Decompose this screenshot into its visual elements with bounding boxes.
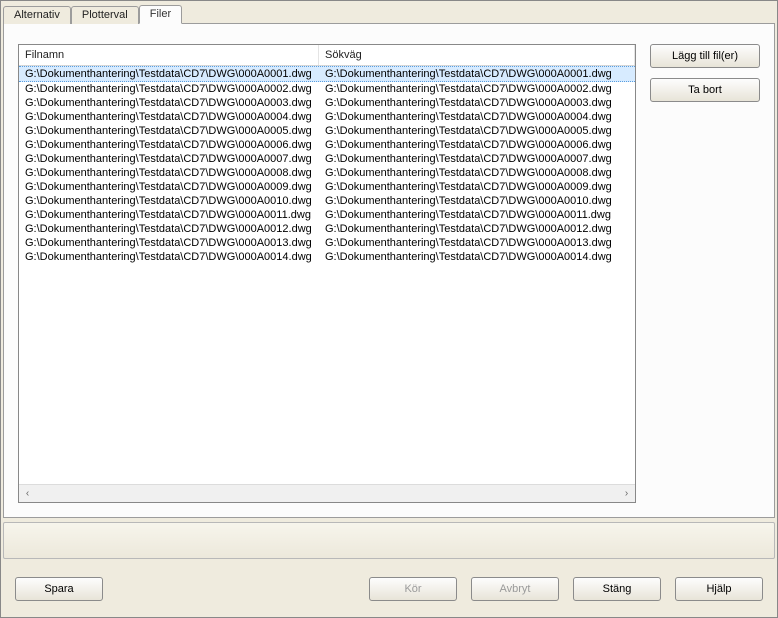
cell-sokvag: G:\Dokumenthantering\Testdata\CD7\DWG\00… xyxy=(319,82,635,96)
scroll-left-arrow-icon[interactable]: ‹ xyxy=(19,485,36,502)
table-row[interactable]: G:\Dokumenthantering\Testdata\CD7\DWG\00… xyxy=(19,180,635,194)
remove-button[interactable]: Ta bort xyxy=(650,78,760,102)
save-button[interactable]: Spara xyxy=(15,577,103,601)
help-button[interactable]: Hjälp xyxy=(675,577,763,601)
cell-sokvag: G:\Dokumenthantering\Testdata\CD7\DWG\00… xyxy=(319,96,635,110)
file-list-body: G:\Dokumenthantering\Testdata\CD7\DWG\00… xyxy=(19,66,635,484)
dialog-window: Alternativ Plotterval Filer Filnamn Sökv… xyxy=(0,0,778,618)
cell-sokvag: G:\Dokumenthantering\Testdata\CD7\DWG\00… xyxy=(319,236,635,250)
cancel-button[interactable]: Avbryt xyxy=(471,577,559,601)
column-header-filnamn[interactable]: Filnamn xyxy=(19,45,319,65)
table-row[interactable]: G:\Dokumenthantering\Testdata\CD7\DWG\00… xyxy=(19,66,635,82)
horizontal-scrollbar[interactable]: ‹ › xyxy=(19,484,635,502)
scroll-track[interactable] xyxy=(36,485,618,502)
cell-filnamn: G:\Dokumenthantering\Testdata\CD7\DWG\00… xyxy=(19,208,319,222)
table-row[interactable]: G:\Dokumenthantering\Testdata\CD7\DWG\00… xyxy=(19,236,635,250)
table-row[interactable]: G:\Dokumenthantering\Testdata\CD7\DWG\00… xyxy=(19,96,635,110)
file-list[interactable]: Filnamn Sökväg G:\Dokumenthantering\Test… xyxy=(18,44,636,503)
close-button[interactable]: Stäng xyxy=(573,577,661,601)
cell-filnamn: G:\Dokumenthantering\Testdata\CD7\DWG\00… xyxy=(19,67,319,81)
cell-filnamn: G:\Dokumenthantering\Testdata\CD7\DWG\00… xyxy=(19,82,319,96)
table-row[interactable]: G:\Dokumenthantering\Testdata\CD7\DWG\00… xyxy=(19,194,635,208)
cell-filnamn: G:\Dokumenthantering\Testdata\CD7\DWG\00… xyxy=(19,222,319,236)
cell-sokvag: G:\Dokumenthantering\Testdata\CD7\DWG\00… xyxy=(319,194,635,208)
tab-page-filer: Filnamn Sökväg G:\Dokumenthantering\Test… xyxy=(3,23,775,518)
table-row[interactable]: G:\Dokumenthantering\Testdata\CD7\DWG\00… xyxy=(19,138,635,152)
cell-sokvag: G:\Dokumenthantering\Testdata\CD7\DWG\00… xyxy=(319,152,635,166)
cell-filnamn: G:\Dokumenthantering\Testdata\CD7\DWG\00… xyxy=(19,166,319,180)
cell-filnamn: G:\Dokumenthantering\Testdata\CD7\DWG\00… xyxy=(19,138,319,152)
cell-sokvag: G:\Dokumenthantering\Testdata\CD7\DWG\00… xyxy=(319,180,635,194)
cell-filnamn: G:\Dokumenthantering\Testdata\CD7\DWG\00… xyxy=(19,194,319,208)
tab-alternativ[interactable]: Alternativ xyxy=(3,6,71,24)
cell-sokvag: G:\Dokumenthantering\Testdata\CD7\DWG\00… xyxy=(319,138,635,152)
side-buttons: Lägg till fil(er) Ta bort xyxy=(650,44,760,503)
cell-sokvag: G:\Dokumenthantering\Testdata\CD7\DWG\00… xyxy=(319,166,635,180)
table-row[interactable]: G:\Dokumenthantering\Testdata\CD7\DWG\00… xyxy=(19,124,635,138)
table-row[interactable]: G:\Dokumenthantering\Testdata\CD7\DWG\00… xyxy=(19,222,635,236)
scroll-right-arrow-icon[interactable]: › xyxy=(618,485,635,502)
cell-filnamn: G:\Dokumenthantering\Testdata\CD7\DWG\00… xyxy=(19,236,319,250)
cell-filnamn: G:\Dokumenthantering\Testdata\CD7\DWG\00… xyxy=(19,96,319,110)
tab-filer[interactable]: Filer xyxy=(139,5,182,24)
cell-sokvag: G:\Dokumenthantering\Testdata\CD7\DWG\00… xyxy=(319,222,635,236)
table-row[interactable]: G:\Dokumenthantering\Testdata\CD7\DWG\00… xyxy=(19,82,635,96)
add-files-button[interactable]: Lägg till fil(er) xyxy=(650,44,760,68)
cell-sokvag: G:\Dokumenthantering\Testdata\CD7\DWG\00… xyxy=(319,110,635,124)
file-list-header: Filnamn Sökväg xyxy=(19,45,635,66)
cell-filnamn: G:\Dokumenthantering\Testdata\CD7\DWG\00… xyxy=(19,124,319,138)
cell-sokvag: G:\Dokumenthantering\Testdata\CD7\DWG\00… xyxy=(319,250,635,264)
cell-filnamn: G:\Dokumenthantering\Testdata\CD7\DWG\00… xyxy=(19,110,319,124)
column-header-sokvag[interactable]: Sökväg xyxy=(319,45,635,65)
cell-sokvag: G:\Dokumenthantering\Testdata\CD7\DWG\00… xyxy=(319,124,635,138)
tab-strip: Alternativ Plotterval Filer xyxy=(1,1,777,23)
tab-plotterval[interactable]: Plotterval xyxy=(71,6,139,24)
table-row[interactable]: G:\Dokumenthantering\Testdata\CD7\DWG\00… xyxy=(19,110,635,124)
run-button[interactable]: Kör xyxy=(369,577,457,601)
cell-sokvag: G:\Dokumenthantering\Testdata\CD7\DWG\00… xyxy=(319,67,635,81)
cell-filnamn: G:\Dokumenthantering\Testdata\CD7\DWG\00… xyxy=(19,250,319,264)
bottom-button-bar: Spara Kör Avbryt Stäng Hjälp xyxy=(1,561,777,617)
cell-filnamn: G:\Dokumenthantering\Testdata\CD7\DWG\00… xyxy=(19,152,319,166)
table-row[interactable]: G:\Dokumenthantering\Testdata\CD7\DWG\00… xyxy=(19,152,635,166)
cell-filnamn: G:\Dokumenthantering\Testdata\CD7\DWG\00… xyxy=(19,180,319,194)
table-row[interactable]: G:\Dokumenthantering\Testdata\CD7\DWG\00… xyxy=(19,208,635,222)
table-row[interactable]: G:\Dokumenthantering\Testdata\CD7\DWG\00… xyxy=(19,250,635,264)
cell-sokvag: G:\Dokumenthantering\Testdata\CD7\DWG\00… xyxy=(319,208,635,222)
mid-panel xyxy=(3,522,775,560)
file-list-wrap: Filnamn Sökväg G:\Dokumenthantering\Test… xyxy=(18,44,636,503)
table-row[interactable]: G:\Dokumenthantering\Testdata\CD7\DWG\00… xyxy=(19,166,635,180)
